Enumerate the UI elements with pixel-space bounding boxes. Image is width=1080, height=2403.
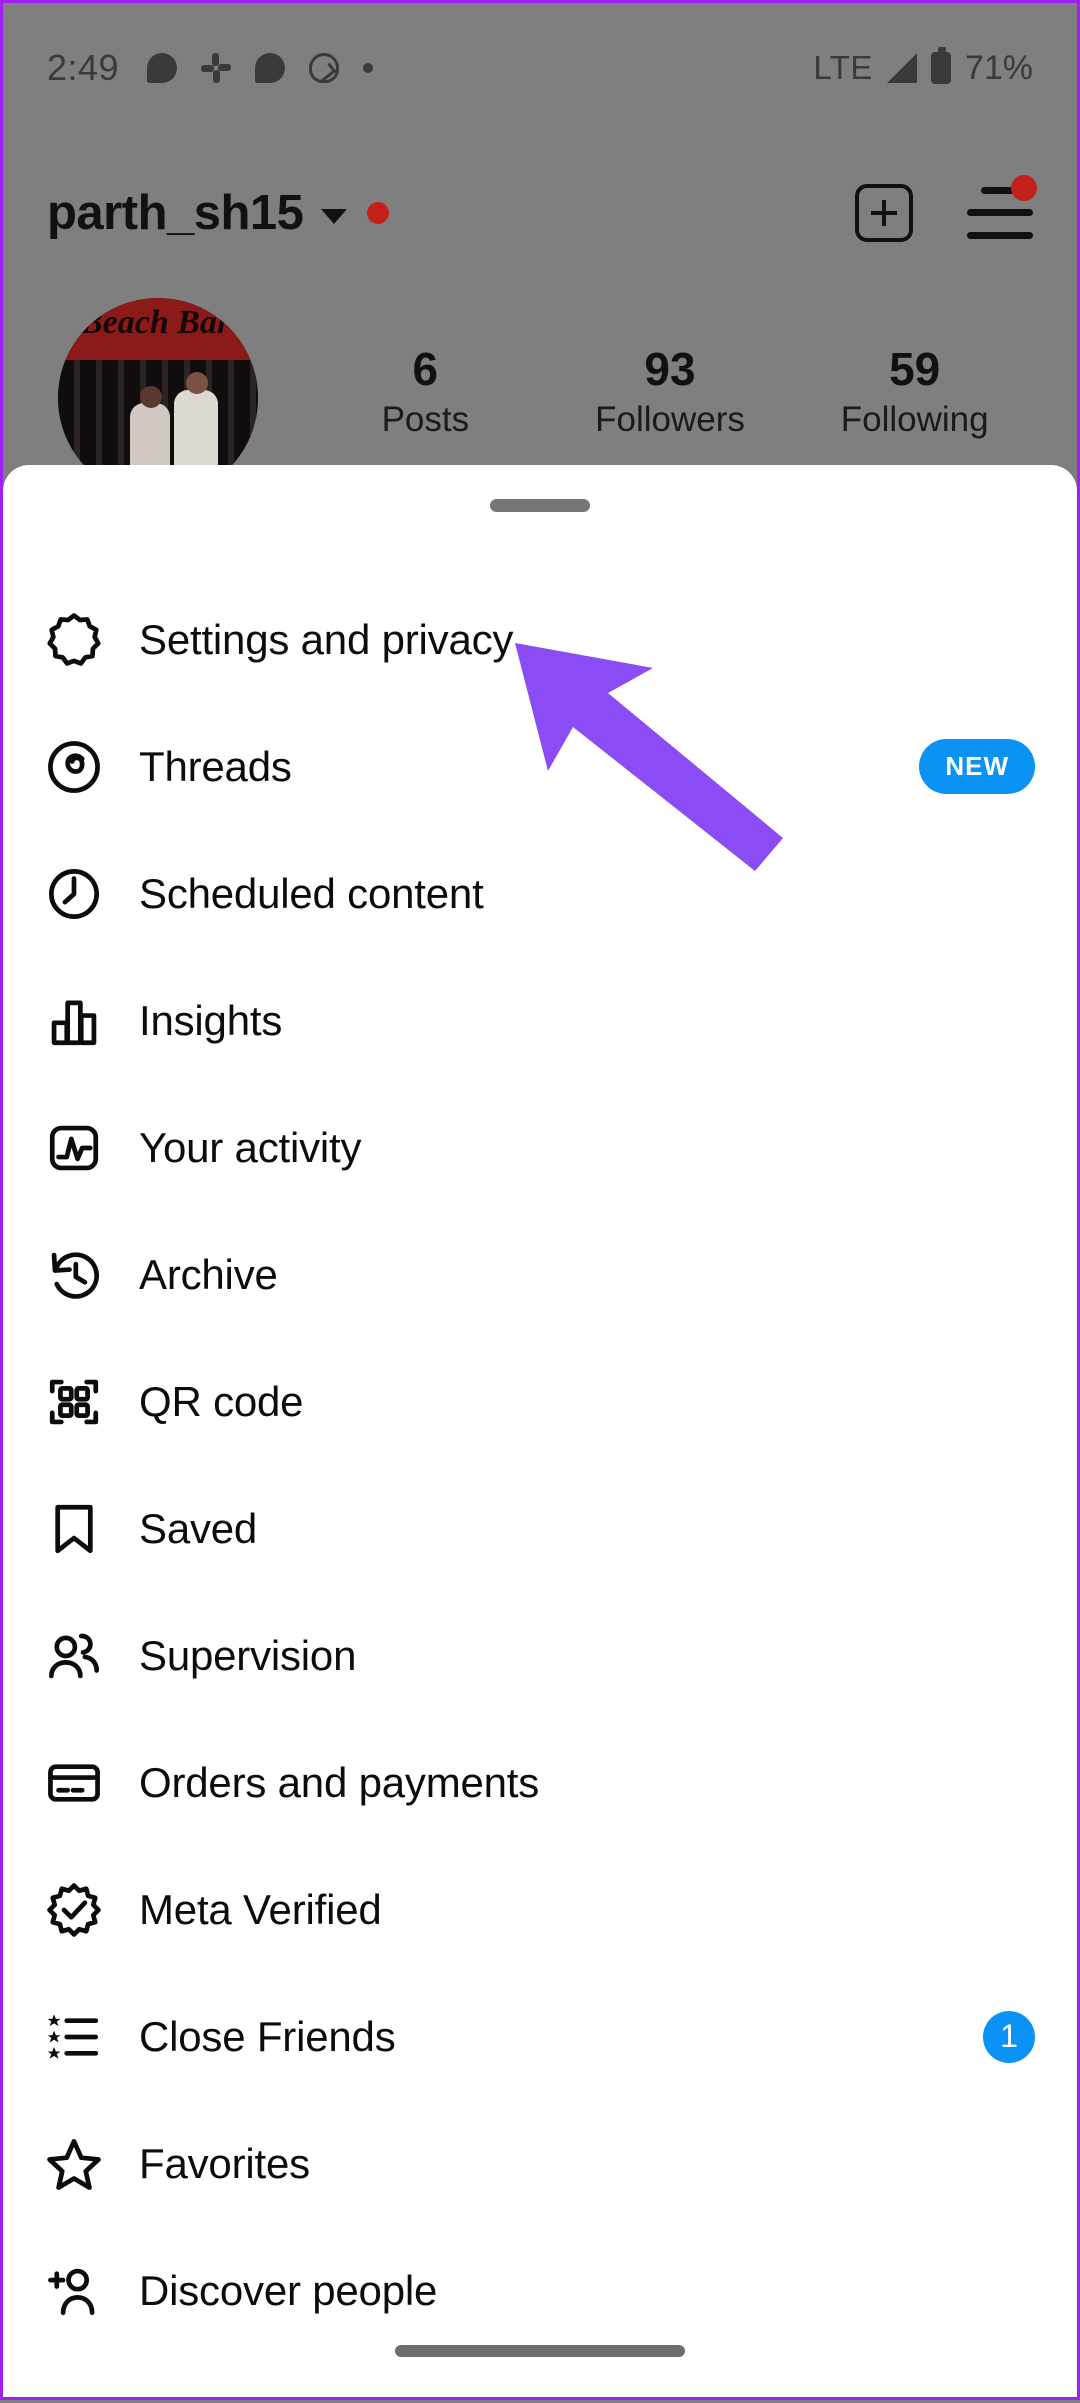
profile-stats: 6 Posts 93 Followers 59 Following [303,343,1037,440]
menu-item-meta-verified[interactable]: Meta Verified [3,1846,1077,1973]
system-nav-bar [3,2331,1077,2371]
people-icon [45,1627,117,1685]
menu-item-label: Meta Verified [139,1885,382,1933]
plus-square-icon[interactable] [855,184,913,242]
bookmark-icon [45,1500,117,1558]
qr-code-icon [45,1373,117,1431]
status-notification-icons [147,53,374,83]
menu-item-label: Insights [139,996,283,1044]
following-count: 59 [889,343,941,395]
menu-red-dot-icon [1011,175,1037,201]
menu-item-label: Orders and payments [139,1758,540,1806]
credit-card-icon [45,1754,117,1812]
battery-icon [930,47,951,84]
status-bar: 2:49 LTE 71% [3,41,1077,95]
verified-badge-icon [45,1881,117,1939]
chevron-down-icon[interactable] [321,208,348,224]
dot-icon [363,63,374,73]
person-add-icon [45,2262,117,2320]
menu-item-orders-and-payments[interactable]: Orders and payments [3,1719,1077,1846]
star-list-icon [45,2008,117,2066]
menu-item-label: QR code [139,1377,304,1425]
battery-percent: 71% [964,48,1033,87]
menu-item-scheduled-content[interactable]: Scheduled content [3,830,1077,957]
signal-triangle-icon [886,53,917,83]
menu-item-label: Your activity [139,1123,362,1171]
status-right-cluster: LTE 71% [813,47,1033,88]
menu-list: Settings and privacy Threads NEW Scheduled … [3,576,1077,2354]
menu-item-label: Discover people [139,2266,438,2314]
menu-item-supervision[interactable]: Supervision [3,1592,1077,1719]
followers-count: 93 [644,343,696,395]
count-badge: 1 [983,2010,1035,2063]
menu-item-label: Saved [139,1504,258,1552]
chat-bubble-icon [255,53,286,83]
star-icon [45,2135,117,2193]
menu-item-archive[interactable]: Archive [3,1211,1077,1338]
activity-pulse-icon [45,1119,117,1177]
menu-item-your-activity[interactable]: Your activity [3,1084,1077,1211]
stat-posts[interactable]: 6 Posts [303,343,548,440]
menu-item-label: Threads [139,742,292,790]
fitness-egg-icon [309,53,340,83]
menu-item-label: Favorites [139,2139,310,2187]
posts-label: Posts [381,399,470,439]
menu-item-threads[interactable]: Threads NEW [3,703,1077,830]
menu-item-label: Supervision [139,1631,357,1679]
chat-bubble-icon [147,53,178,83]
menu-item-qr-code[interactable]: QR code [3,1338,1077,1465]
stat-following[interactable]: 59 Following [792,343,1037,440]
menu-item-label: Settings and privacy [139,615,514,663]
bar-chart-icon [45,992,117,1050]
profile-header: parth_sh15 [3,158,1077,268]
stat-followers[interactable]: 93 Followers [548,343,793,440]
menu-item-close-friends[interactable]: Close Friends 1 [3,1973,1077,2100]
home-indicator[interactable] [395,2345,685,2357]
drag-handle[interactable] [490,499,590,512]
archive-clock-icon [45,1246,117,1304]
network-label: LTE [813,49,873,86]
threads-icon [45,738,117,796]
menu-item-favorites[interactable]: Favorites [3,2100,1077,2227]
gear-icon [45,611,117,669]
menu-item-saved[interactable]: Saved [3,1465,1077,1592]
menu-item-insights[interactable]: Insights [3,957,1077,1084]
red-dot-icon [367,202,390,224]
new-badge: NEW [919,739,1035,794]
menu-item-label: Close Friends [139,2012,396,2060]
hamburger-menu-icon[interactable] [967,175,1037,239]
menu-item-settings-and-privacy[interactable]: Settings and privacy [3,576,1077,703]
menu-item-label: Archive [139,1250,278,1298]
posts-count: 6 [412,343,439,395]
status-time: 2:49 [47,47,120,88]
menu-item-label: Scheduled content [139,869,484,917]
clock-icon [45,865,117,923]
menu-bottom-sheet: Settings and privacy Threads NEW Scheduled … [3,465,1077,2397]
following-label: Following [840,399,989,439]
followers-label: Followers [595,399,745,439]
slack-icon [201,53,232,83]
username-label[interactable]: parth_sh15 [47,185,304,241]
